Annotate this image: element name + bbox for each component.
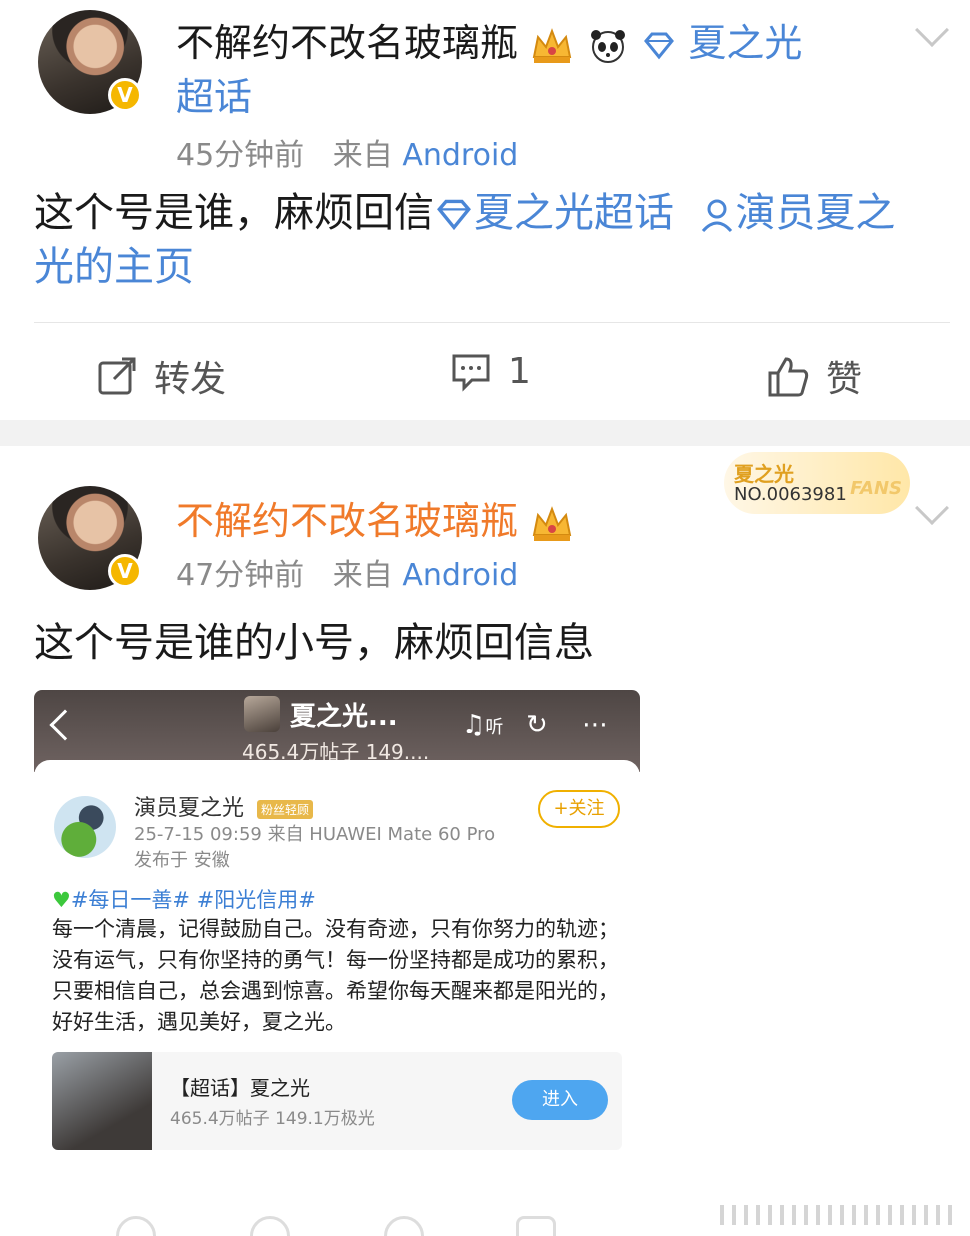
- verified-badge-icon: V: [108, 78, 142, 112]
- topic-avatar: [244, 696, 280, 732]
- post-source[interactable]: Android: [402, 558, 518, 593]
- comment-button[interactable]: 1: [450, 350, 531, 392]
- embedded-location: 发布于 安徽: [134, 850, 230, 871]
- username[interactable]: 不解约不改名玻璃瓶: [176, 499, 518, 543]
- repost-button[interactable]: 转发: [96, 350, 226, 402]
- post-username-line: 不解约不改名玻璃瓶 夏之光: [176, 12, 802, 67]
- like-button[interactable]: 赞: [766, 350, 862, 402]
- post-source[interactable]: Android: [402, 138, 518, 173]
- post-text: 这个号是谁，麻烦回信: [34, 190, 434, 236]
- refresh-search-icon: ↻: [526, 710, 548, 740]
- profile-link-tail[interactable]: 光的主页: [34, 244, 194, 290]
- embedded-post-card: 演员夏之光 粉丝轻顾 +关注 25-7-15 09:59 来自 HUAWEI M…: [34, 760, 640, 1170]
- embedded-title: 夏之光...: [290, 702, 398, 732]
- from-label: 来自: [332, 138, 393, 173]
- repost-icon: [98, 357, 136, 395]
- topic-image: [52, 1052, 152, 1150]
- profile-link[interactable]: 演员夏之: [735, 190, 895, 236]
- embedded-meta: 25-7-15 09:59 来自 HUAWEI Mate 60 Pro: [134, 824, 496, 845]
- topic-stats: 465.4万帖子 149.1万极光: [170, 1109, 375, 1129]
- more-icon: ⋯: [582, 710, 608, 740]
- chevron-down-icon[interactable]: [915, 13, 949, 47]
- crown-icon: [532, 27, 572, 63]
- thumbs-up-icon: [768, 357, 809, 397]
- scroll-indicator: [720, 1205, 960, 1225]
- user-profile-icon: [702, 199, 733, 233]
- panda-icon: [591, 29, 626, 63]
- topic-card: 【超话】夏之光 465.4万帖子 149.1万极光 进入: [52, 1052, 622, 1150]
- fans-card-number: NO.0063981: [734, 484, 847, 505]
- chevron-down-icon[interactable]: [915, 491, 949, 525]
- diamond-topic-icon: [644, 32, 675, 59]
- verified-badge-icon: V: [108, 554, 142, 588]
- post-username-line: 不解约不改名玻璃瓶: [176, 490, 574, 545]
- tags-text: #每日一善# #阳光信用#: [70, 888, 316, 912]
- like-label: 赞: [826, 359, 863, 400]
- diamond-topic-icon: [437, 199, 471, 231]
- post-time: 45分钟前: [176, 138, 305, 173]
- author-name: 演员夏之光: [134, 796, 245, 821]
- comment-count: 1: [508, 350, 531, 392]
- author-line: 演员夏之光 粉丝轻顾: [134, 790, 314, 822]
- author-avatar: [54, 796, 116, 858]
- embedded-tags: ♥#每日一善# #阳光信用#: [52, 884, 316, 914]
- fans-card-label: FANS: [850, 478, 902, 499]
- topic-link-inline[interactable]: 夏之光超话: [474, 190, 674, 236]
- back-arrow-icon: [49, 709, 81, 741]
- fans-card-name: 夏之光: [734, 462, 794, 486]
- topic-link[interactable]: 夏之光: [688, 21, 802, 65]
- bottom-tab-icon[interactable]: [516, 1216, 556, 1236]
- author-badge: 粉丝轻顾: [257, 799, 314, 819]
- heart-icon: ♥: [52, 888, 71, 912]
- listen-icon: ♫听: [462, 710, 504, 740]
- comment-icon: [452, 354, 490, 392]
- crown-icon: [532, 505, 572, 541]
- listen-label: 听: [485, 717, 504, 738]
- embedded-content: 每一个清晨，记得鼓励自己。没有奇迹，只有你努力的轨迹；没有运气，只有你坚持的勇气…: [52, 917, 619, 1034]
- repost-label: 转发: [154, 359, 227, 400]
- post-meta: 45分钟前 来自 Android: [176, 130, 518, 174]
- from-label: 来自: [332, 558, 393, 593]
- post-body: 这个号是谁，麻烦回信 夏之光超话 演员夏之 光的主页: [34, 186, 934, 294]
- post-meta: 47分钟前 来自 Android: [176, 550, 518, 594]
- divider: [34, 322, 950, 323]
- enter-button: 进入: [512, 1080, 608, 1120]
- topic-link-tail[interactable]: 超话: [176, 66, 252, 121]
- fans-card[interactable]: 夏之光 NO.0063981 FANS: [724, 452, 910, 514]
- weibo-post-1: V 不解约不改名玻璃瓶 夏之光 超话 45分钟前 来自 Android 这个号是…: [0, 0, 970, 420]
- post-time: 47分钟前: [176, 558, 305, 593]
- feed-separator: [0, 420, 970, 446]
- follow-button: +关注: [538, 790, 620, 828]
- post-text: 这个号是谁的小号，麻烦回信息: [34, 620, 594, 666]
- embedded-screenshot-image[interactable]: 夏之光... 465.4万帖子 149.... ♫听 ↻ ⋯ 演员夏之光 粉丝轻…: [34, 690, 640, 1170]
- username[interactable]: 不解约不改名玻璃瓶: [176, 21, 518, 65]
- topic-title: 【超话】夏之光: [170, 1076, 310, 1100]
